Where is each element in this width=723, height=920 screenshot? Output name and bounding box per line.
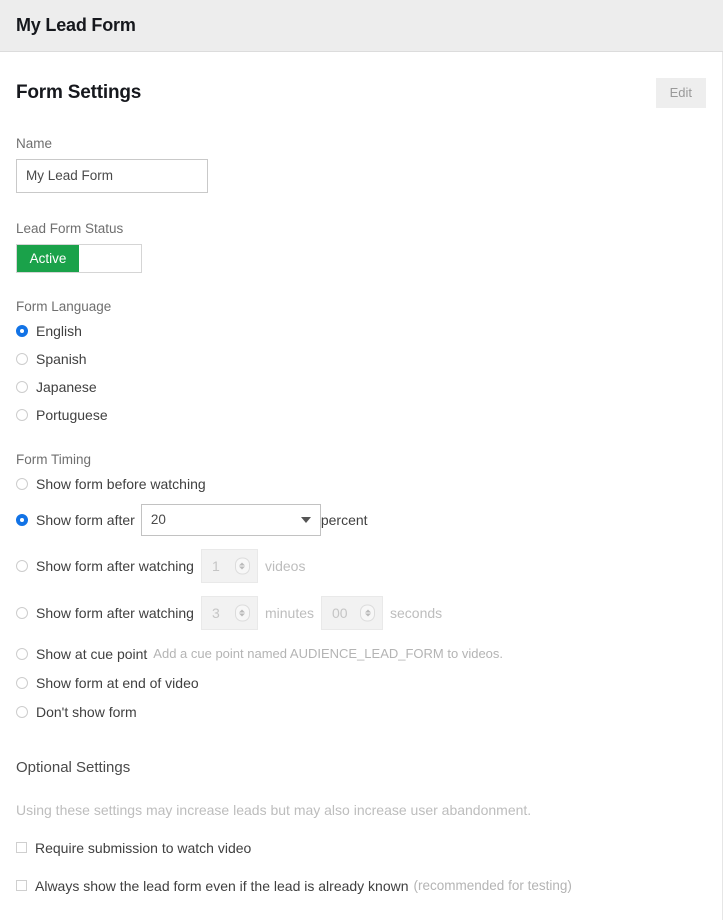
stepper-arrows-icon[interactable] bbox=[235, 557, 250, 574]
cue-point-hint: Add a cue point named AUDIENCE_LEAD_FORM… bbox=[153, 646, 503, 661]
language-option-japanese[interactable]: Japanese bbox=[16, 376, 706, 398]
timing-option-label: Show at cue point bbox=[36, 646, 147, 662]
radio-icon[interactable] bbox=[16, 409, 28, 421]
language-option-label: Japanese bbox=[36, 379, 97, 395]
form-language-label: Form Language bbox=[16, 299, 706, 314]
videos-count-stepper[interactable]: 1 bbox=[201, 549, 258, 583]
timing-option-after-videos[interactable]: Show form after watching 1 videos bbox=[16, 549, 706, 583]
percent-select[interactable]: 20 bbox=[141, 504, 321, 536]
videos-unit-label: videos bbox=[265, 558, 305, 574]
percent-select-value: 20 bbox=[151, 512, 166, 527]
name-label: Name bbox=[16, 136, 706, 151]
app-header: My Lead Form bbox=[0, 0, 723, 52]
timing-option-label: Show form after bbox=[36, 512, 135, 528]
option-require-submission[interactable]: Require submission to watch video bbox=[16, 840, 706, 856]
stepper-arrows-icon[interactable] bbox=[360, 604, 375, 621]
radio-icon[interactable] bbox=[16, 607, 28, 619]
radio-icon[interactable] bbox=[16, 381, 28, 393]
option-label: Require submission to watch video bbox=[35, 840, 251, 856]
radio-icon[interactable] bbox=[16, 353, 28, 365]
language-option-portuguese[interactable]: Portuguese bbox=[16, 404, 706, 426]
timing-option-label: Show form after watching bbox=[36, 605, 194, 621]
radio-icon[interactable] bbox=[16, 648, 28, 660]
timing-option-cue-point[interactable]: Show at cue point Add a cue point named … bbox=[16, 643, 706, 665]
language-option-label: English bbox=[36, 323, 82, 339]
timing-option-show-after-percent[interactable]: Show form after 20 percent bbox=[16, 504, 706, 536]
option-label: Always show the lead form even if the le… bbox=[35, 878, 409, 894]
language-option-label: Spanish bbox=[36, 351, 87, 367]
optional-settings-title: Optional Settings bbox=[16, 759, 706, 776]
language-option-label: Portuguese bbox=[36, 407, 108, 423]
chevron-up-icon bbox=[365, 609, 371, 612]
timing-option-dont-show[interactable]: Don't show form bbox=[16, 701, 706, 723]
percent-unit-label: percent bbox=[321, 512, 368, 528]
seconds-stepper[interactable]: 00 bbox=[321, 596, 383, 630]
settings-page: Form Settings Edit Name Lead Form Status… bbox=[0, 52, 723, 920]
minutes-value: 3 bbox=[212, 605, 220, 621]
section-header: Form Settings Edit bbox=[16, 52, 706, 108]
status-active-segment[interactable]: Active bbox=[17, 245, 79, 272]
option-always-show-lead-form[interactable]: Always show the lead form even if the le… bbox=[16, 878, 706, 894]
page-title: Form Settings bbox=[16, 82, 141, 104]
app-title: My Lead Form bbox=[16, 15, 136, 36]
chevron-up-icon bbox=[239, 609, 245, 612]
optional-settings-note: Using these settings may increase leads … bbox=[16, 802, 706, 818]
minutes-unit-label: minutes bbox=[265, 605, 314, 621]
checkbox-icon[interactable] bbox=[16, 880, 27, 891]
seconds-unit-label: seconds bbox=[390, 605, 442, 621]
lead-form-status-toggle[interactable]: Active bbox=[16, 244, 142, 273]
videos-count-value: 1 bbox=[212, 558, 220, 574]
form-timing-label: Form Timing bbox=[16, 452, 706, 467]
timing-option-end-of-video[interactable]: Show form at end of video bbox=[16, 672, 706, 694]
edit-button[interactable]: Edit bbox=[656, 78, 706, 108]
seconds-value: 00 bbox=[332, 605, 348, 621]
radio-icon[interactable] bbox=[16, 514, 28, 526]
timing-option-label: Show form at end of video bbox=[36, 675, 199, 691]
stepper-arrows-icon[interactable] bbox=[235, 604, 250, 621]
chevron-down-icon bbox=[239, 566, 245, 569]
language-option-english[interactable]: English bbox=[16, 320, 706, 342]
radio-icon[interactable] bbox=[16, 560, 28, 572]
chevron-down-icon bbox=[301, 517, 311, 523]
checkbox-icon[interactable] bbox=[16, 842, 27, 853]
timing-option-label: Show form before watching bbox=[36, 476, 206, 492]
option-label-suffix: (recommended for testing) bbox=[414, 878, 572, 893]
status-label: Lead Form Status bbox=[16, 221, 706, 236]
chevron-up-icon bbox=[239, 562, 245, 565]
timing-option-after-time[interactable]: Show form after watching 3 minutes 00 se… bbox=[16, 596, 706, 630]
radio-icon[interactable] bbox=[16, 677, 28, 689]
radio-icon[interactable] bbox=[16, 706, 28, 718]
timing-option-label: Show form after watching bbox=[36, 558, 194, 574]
status-inactive-segment[interactable] bbox=[79, 245, 141, 272]
language-option-spanish[interactable]: Spanish bbox=[16, 348, 706, 370]
chevron-down-icon bbox=[365, 613, 371, 616]
minutes-stepper[interactable]: 3 bbox=[201, 596, 258, 630]
radio-icon[interactable] bbox=[16, 478, 28, 490]
chevron-down-icon bbox=[239, 613, 245, 616]
radio-icon[interactable] bbox=[16, 325, 28, 337]
timing-option-label: Don't show form bbox=[36, 704, 137, 720]
timing-option-before-watching[interactable]: Show form before watching bbox=[16, 473, 706, 495]
name-input[interactable] bbox=[16, 159, 208, 193]
